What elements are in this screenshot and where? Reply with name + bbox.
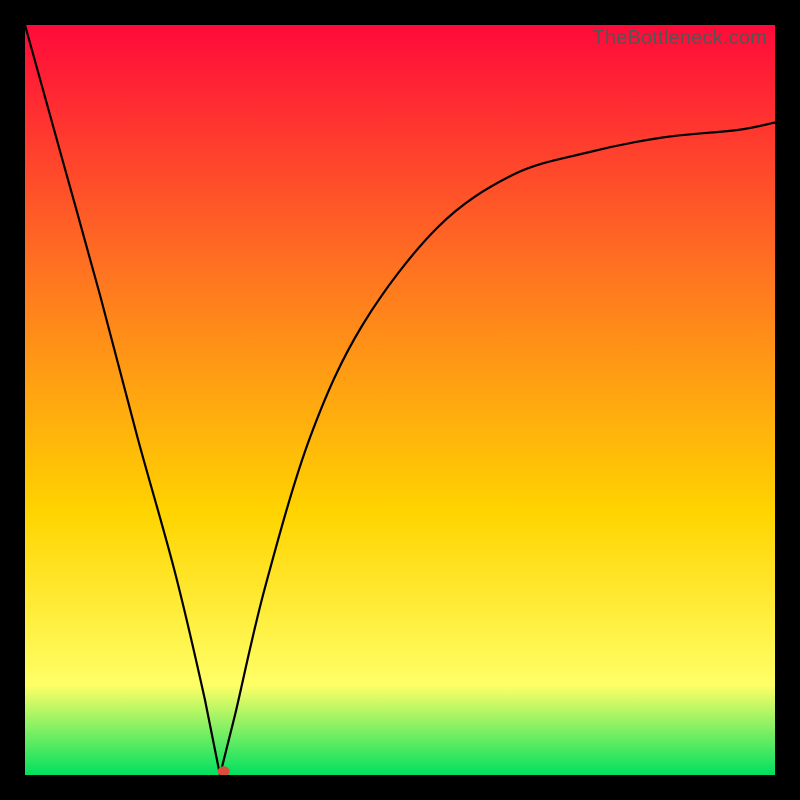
chart-svg — [25, 25, 775, 775]
watermark-text: TheBottleneck.com — [592, 27, 767, 50]
chart-frame: TheBottleneck.com — [0, 0, 800, 800]
plot-area: TheBottleneck.com — [25, 25, 775, 775]
